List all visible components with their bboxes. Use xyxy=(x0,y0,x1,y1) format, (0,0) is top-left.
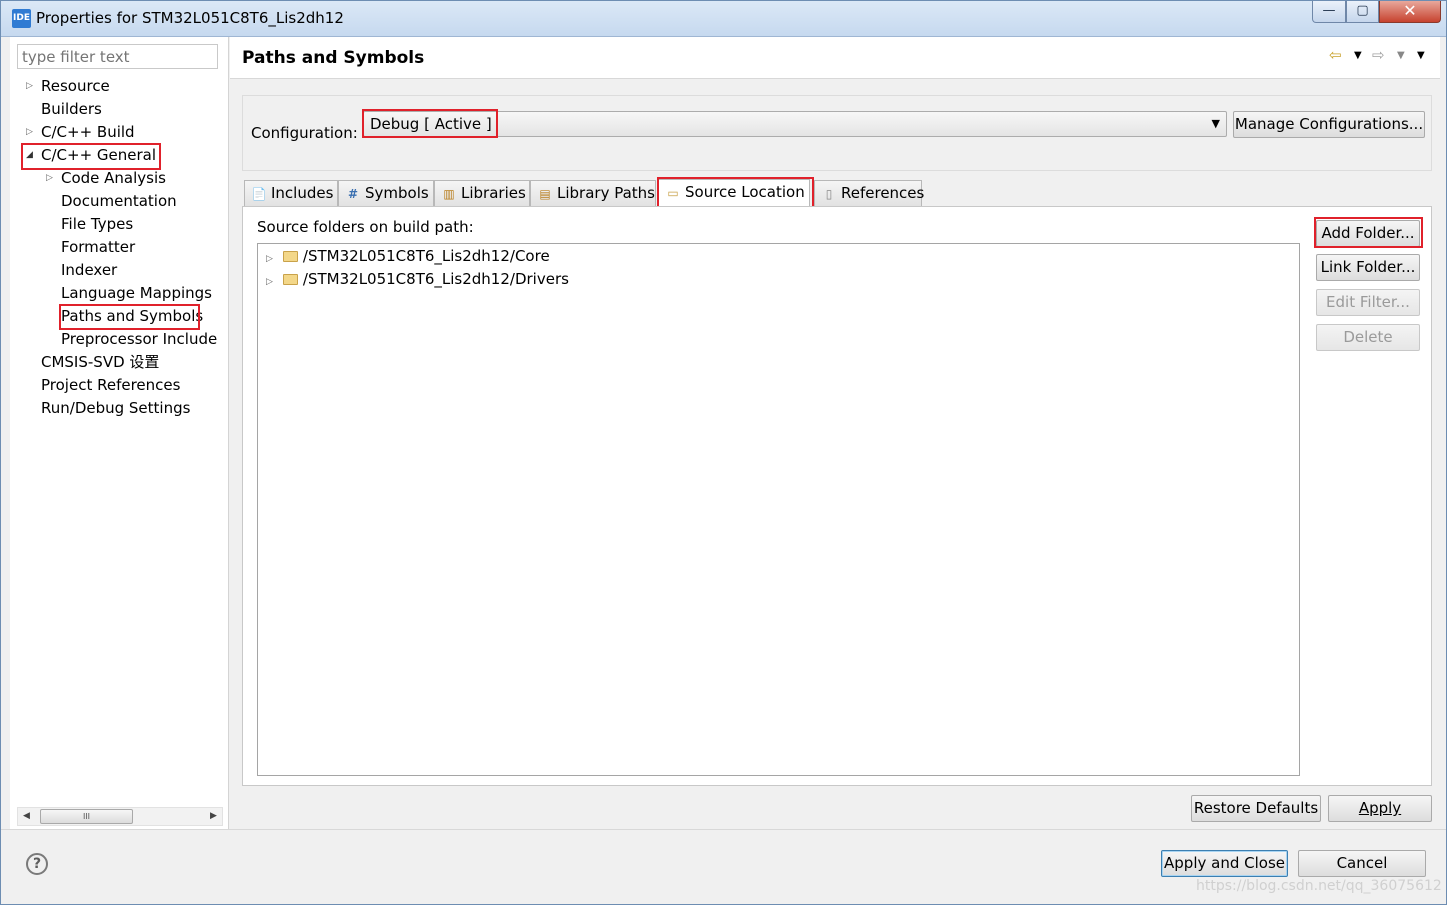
scroll-left-icon[interactable]: ◀ xyxy=(18,808,35,825)
configuration-area: Configuration: Debug [ Active ] ▼ Manage… xyxy=(242,95,1432,171)
include-icon: 📄 xyxy=(251,187,267,201)
tab-symbols[interactable]: # Symbols xyxy=(338,180,434,206)
help-icon[interactable]: ? xyxy=(26,853,48,875)
link-folder-button[interactable]: Link Folder... xyxy=(1316,254,1420,281)
delete-button[interactable]: Delete xyxy=(1316,324,1420,351)
tab-library-paths[interactable]: ▤ Library Paths xyxy=(530,180,656,206)
expand-arrow-icon[interactable]: ▷ xyxy=(266,254,273,264)
forward-menu-chevron-down-icon[interactable]: ▼ xyxy=(1397,50,1405,61)
source-folders-tree[interactable]: ▷/STM32L051C8T6_Lis2dh12/Core ▷/STM32L05… xyxy=(257,243,1300,776)
cancel-button[interactable]: Cancel xyxy=(1298,850,1426,877)
tab-libraries[interactable]: ▥ Libraries xyxy=(434,180,530,206)
view-menu-chevron-down-icon[interactable]: ▼ xyxy=(1417,50,1425,61)
expand-arrow-icon[interactable]: ▷ xyxy=(26,121,33,144)
list-item[interactable]: ▷/STM32L051C8T6_Lis2dh12/Drivers xyxy=(266,268,569,291)
source-folders-label: Source folders on build path: xyxy=(257,218,474,236)
window-title: Properties for STM32L051C8T6_Lis2dh12 xyxy=(36,9,344,27)
edit-filter-button[interactable]: Edit Filter... xyxy=(1316,289,1420,316)
list-item[interactable]: ▷/STM32L051C8T6_Lis2dh12/Core xyxy=(266,245,550,268)
property-navigation-pane: ▷ Resource Builders ▷ C/C++ Build ◢ C/C+… xyxy=(10,37,229,829)
library-path-icon: ▤ xyxy=(539,187,551,201)
tree-item-preprocessor-include[interactable]: Preprocessor Include xyxy=(61,328,217,351)
tree-item-language-mappings[interactable]: Language Mappings xyxy=(61,282,212,305)
dialog-button-bar: ? Apply and Close Cancel https://blog.cs… xyxy=(1,829,1446,904)
highlight-box xyxy=(362,109,498,138)
library-icon: ▥ xyxy=(443,187,455,201)
tree-item-run-debug-settings[interactable]: Run/Debug Settings xyxy=(41,397,190,420)
folder-icon xyxy=(282,251,298,262)
property-page: Paths and Symbols ⇦ ▼ ⇨ ▼ ▼ Configuratio… xyxy=(230,37,1440,829)
reference-icon: ▯ xyxy=(825,187,833,201)
highlight-box xyxy=(59,304,200,330)
watermark-text: https://blog.csdn.net/qq_36075612 xyxy=(1196,878,1442,894)
hash-icon: # xyxy=(347,187,359,201)
title-bar: IDE Properties for STM32L051C8T6_Lis2dh1… xyxy=(1,1,1446,37)
tree-item-resource[interactable]: ▷ Resource xyxy=(26,75,110,98)
filter-input[interactable] xyxy=(17,44,218,69)
expand-arrow-icon[interactable]: ▷ xyxy=(46,167,53,190)
tree-item-project-references[interactable]: Project References xyxy=(41,374,180,397)
tab-includes[interactable]: 📄 Includes xyxy=(244,180,338,206)
tree-item-cmsis-svd[interactable]: CMSIS-SVD 设置 xyxy=(41,351,159,374)
forward-arrow-icon[interactable]: ⇨ xyxy=(1372,46,1385,64)
tree-item-code-analysis[interactable]: ▷ Code Analysis xyxy=(46,167,166,190)
source-location-panel: Source folders on build path: ▷/STM32L05… xyxy=(242,206,1432,786)
tree-item-documentation[interactable]: Documentation xyxy=(61,190,177,213)
tree-item-formatter[interactable]: Formatter xyxy=(61,236,135,259)
expand-arrow-icon[interactable]: ▷ xyxy=(26,75,33,98)
tree-item-indexer[interactable]: Indexer xyxy=(61,259,117,282)
back-arrow-icon[interactable]: ⇦ xyxy=(1329,46,1342,64)
properties-dialog: IDE Properties for STM32L051C8T6_Lis2dh1… xyxy=(0,0,1447,905)
maximize-button[interactable]: ▢ xyxy=(1346,1,1379,23)
page-header: Paths and Symbols ⇦ ▼ ⇨ ▼ ▼ xyxy=(230,37,1440,79)
tree-item-cpp-build[interactable]: ▷ C/C++ Build xyxy=(26,121,135,144)
tree-item-file-types[interactable]: File Types xyxy=(61,213,133,236)
scroll-thumb[interactable]: III xyxy=(40,809,133,824)
folder-icon xyxy=(282,274,298,285)
chevron-down-icon: ▼ xyxy=(1211,117,1220,130)
ide-app-icon: IDE xyxy=(12,9,31,28)
manage-configurations-button[interactable]: Manage Configurations... xyxy=(1233,111,1425,138)
back-menu-chevron-down-icon[interactable]: ▼ xyxy=(1354,50,1362,61)
scroll-right-icon[interactable]: ▶ xyxy=(205,808,222,825)
apply-button[interactable]: Apply xyxy=(1328,795,1432,822)
configuration-label: Configuration: xyxy=(251,124,358,142)
restore-defaults-button[interactable]: Restore Defaults xyxy=(1191,795,1321,822)
horizontal-scrollbar[interactable]: ◀ III ▶ xyxy=(17,807,223,826)
highlight-box xyxy=(21,143,161,170)
highlight-box xyxy=(657,177,814,208)
apply-and-close-button[interactable]: Apply and Close xyxy=(1161,850,1288,877)
expand-arrow-icon[interactable]: ▷ xyxy=(266,277,273,287)
page-title: Paths and Symbols xyxy=(242,48,425,68)
tab-references[interactable]: ▯ References xyxy=(814,180,924,206)
highlight-box xyxy=(1314,217,1423,248)
tree-item-builders[interactable]: Builders xyxy=(41,98,102,121)
close-button[interactable]: ✕ xyxy=(1379,1,1441,23)
minimize-button[interactable]: — xyxy=(1312,1,1346,23)
